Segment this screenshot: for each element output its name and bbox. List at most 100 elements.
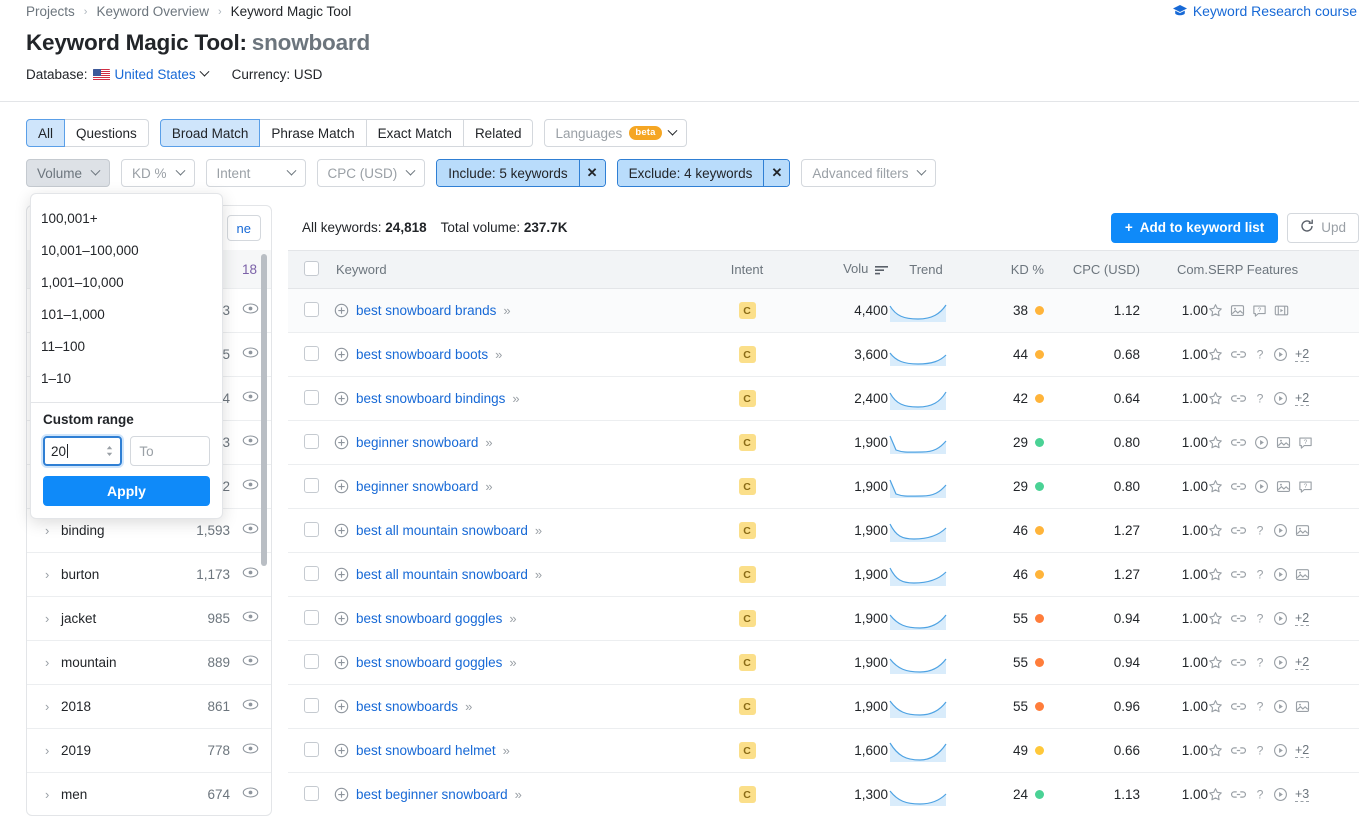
sidebar-tool-button[interactable]: ne — [227, 215, 261, 241]
filter-intent[interactable]: Intent — [206, 159, 306, 187]
serp-link-icon[interactable] — [1230, 479, 1247, 494]
row-checkbox[interactable] — [304, 434, 319, 449]
table-row[interactable]: best snowboard goggles»C1,900550.941.00?… — [288, 597, 1359, 641]
serp-more-count[interactable]: +2 — [1295, 744, 1309, 758]
row-checkbox[interactable] — [304, 654, 319, 669]
eye-icon[interactable] — [242, 434, 259, 451]
serp-question-icon[interactable]: ? — [1254, 347, 1266, 362]
serp-link-icon[interactable] — [1230, 611, 1247, 626]
add-keyword-icon[interactable] — [334, 611, 349, 626]
intent-badge[interactable]: C — [739, 478, 756, 495]
database-selector[interactable]: Database: United States — [26, 67, 208, 82]
keyword-link[interactable]: best all mountain snowboard — [356, 523, 528, 538]
row-checkbox[interactable] — [304, 302, 319, 317]
intent-badge[interactable]: C — [739, 654, 756, 671]
tab-phrase-match[interactable]: Phrase Match — [260, 119, 366, 147]
serp-star-icon[interactable] — [1208, 743, 1223, 758]
column-volume[interactable]: Volu — [778, 251, 888, 289]
eye-icon[interactable] — [242, 522, 259, 539]
keyword-link[interactable]: best snowboard goggles — [356, 611, 502, 626]
volume-to-input[interactable]: To — [130, 436, 210, 466]
table-row[interactable]: best snowboard boots»C3,600440.681.00?+2 — [288, 333, 1359, 377]
serp-question-icon[interactable]: ? — [1254, 699, 1266, 714]
add-keyword-icon[interactable] — [334, 347, 349, 362]
keyword-link[interactable]: best snowboard boots — [356, 347, 488, 362]
serp-star-icon[interactable] — [1208, 303, 1223, 318]
sidebar-group-row[interactable]: ›2018861 — [27, 684, 271, 728]
table-row[interactable]: best all mountain snowboard»C1,900461.27… — [288, 509, 1359, 553]
serp-star-icon[interactable] — [1208, 523, 1223, 538]
intent-badge[interactable]: C — [739, 786, 756, 803]
eye-icon[interactable] — [242, 346, 259, 363]
select-all-checkbox[interactable] — [304, 261, 319, 276]
table-row[interactable]: best snowboard brands»C4,400381.121.00? — [288, 289, 1359, 333]
filter-volume[interactable]: Volume — [26, 159, 110, 187]
serp-link-icon[interactable] — [1230, 787, 1247, 802]
volume-option-4[interactable]: 11–100 — [31, 330, 222, 362]
sidebar-group-row[interactable]: ›2019778 — [27, 728, 271, 772]
serp-more-count[interactable]: +2 — [1295, 392, 1309, 406]
serp-video-box-icon[interactable] — [1274, 303, 1289, 318]
table-row[interactable]: best snowboard goggles»C1,900550.941.00?… — [288, 641, 1359, 685]
serp-link-icon[interactable] — [1230, 391, 1247, 406]
keyword-link[interactable]: best snowboards — [356, 699, 458, 714]
volume-from-input[interactable]: 20 — [43, 436, 122, 466]
serp-answer-icon[interactable]: ? — [1298, 479, 1313, 494]
expand-keyword-icon[interactable]: » — [512, 391, 518, 406]
serp-star-icon[interactable] — [1208, 699, 1223, 714]
keyword-link[interactable]: best snowboard helmet — [356, 743, 496, 758]
expand-keyword-icon[interactable]: » — [503, 743, 509, 758]
chevron-right-icon[interactable]: › — [45, 787, 61, 802]
chevron-right-icon[interactable]: › — [45, 567, 61, 582]
serp-image-icon[interactable] — [1230, 303, 1245, 318]
chip-include-keywords[interactable]: Include: 5 keywords ✕ — [436, 159, 605, 187]
breadcrumb-item-projects[interactable]: Projects — [26, 4, 75, 19]
add-keyword-icon[interactable] — [334, 743, 349, 758]
serp-question-icon[interactable]: ? — [1254, 523, 1266, 538]
column-intent[interactable]: Intent — [716, 251, 778, 289]
serp-link-icon[interactable] — [1230, 655, 1247, 670]
serp-more-count[interactable]: +2 — [1295, 656, 1309, 670]
serp-play-icon[interactable] — [1273, 567, 1288, 582]
eye-icon[interactable] — [242, 698, 259, 715]
eye-icon[interactable] — [242, 478, 259, 495]
keyword-research-course-link[interactable]: Keyword Research course — [1172, 3, 1357, 19]
serp-question-icon[interactable]: ? — [1254, 567, 1266, 582]
table-row[interactable]: beginner snowboard»C1,900290.801.00? — [288, 465, 1359, 509]
row-checkbox[interactable] — [304, 786, 319, 801]
serp-play-icon[interactable] — [1273, 611, 1288, 626]
serp-more-count[interactable]: +2 — [1295, 348, 1309, 362]
add-keyword-icon[interactable] — [334, 523, 349, 538]
serp-star-icon[interactable] — [1208, 655, 1223, 670]
expand-keyword-icon[interactable]: » — [535, 523, 541, 538]
serp-image-icon[interactable] — [1295, 567, 1310, 582]
serp-link-icon[interactable] — [1230, 347, 1247, 362]
column-com[interactable]: Com. — [1140, 251, 1208, 289]
serp-play-icon[interactable] — [1273, 743, 1288, 758]
sidebar-group-row[interactable]: ›jacket985 — [27, 596, 271, 640]
serp-question-icon[interactable]: ? — [1254, 655, 1266, 670]
serp-question-icon[interactable]: ? — [1254, 391, 1266, 406]
eye-icon[interactable] — [242, 610, 259, 627]
serp-more-count[interactable]: +2 — [1295, 612, 1309, 626]
serp-link-icon[interactable] — [1230, 567, 1247, 582]
chevron-right-icon[interactable]: › — [45, 655, 61, 670]
row-checkbox[interactable] — [304, 566, 319, 581]
chevron-right-icon[interactable]: › — [45, 523, 61, 538]
breadcrumb-item-keyword-overview[interactable]: Keyword Overview — [96, 4, 209, 19]
chevron-right-icon[interactable]: › — [45, 743, 61, 758]
keyword-link[interactable]: beginner snowboard — [356, 435, 478, 450]
column-cpc[interactable]: CPC (USD) — [1044, 251, 1140, 289]
serp-play-icon[interactable] — [1273, 787, 1288, 802]
keyword-link[interactable]: best snowboard bindings — [356, 391, 505, 406]
intent-badge[interactable]: C — [739, 346, 756, 363]
serp-answer-icon[interactable]: ? — [1298, 435, 1313, 450]
serp-question-icon[interactable]: ? — [1254, 611, 1266, 626]
chevron-right-icon[interactable]: › — [45, 611, 61, 626]
tab-broad-match[interactable]: Broad Match — [160, 119, 261, 147]
expand-keyword-icon[interactable]: » — [495, 347, 501, 362]
expand-keyword-icon[interactable]: » — [485, 435, 491, 450]
row-checkbox[interactable] — [304, 698, 319, 713]
serp-image-icon[interactable] — [1295, 523, 1310, 538]
sidebar-scrollbar[interactable] — [261, 254, 267, 566]
